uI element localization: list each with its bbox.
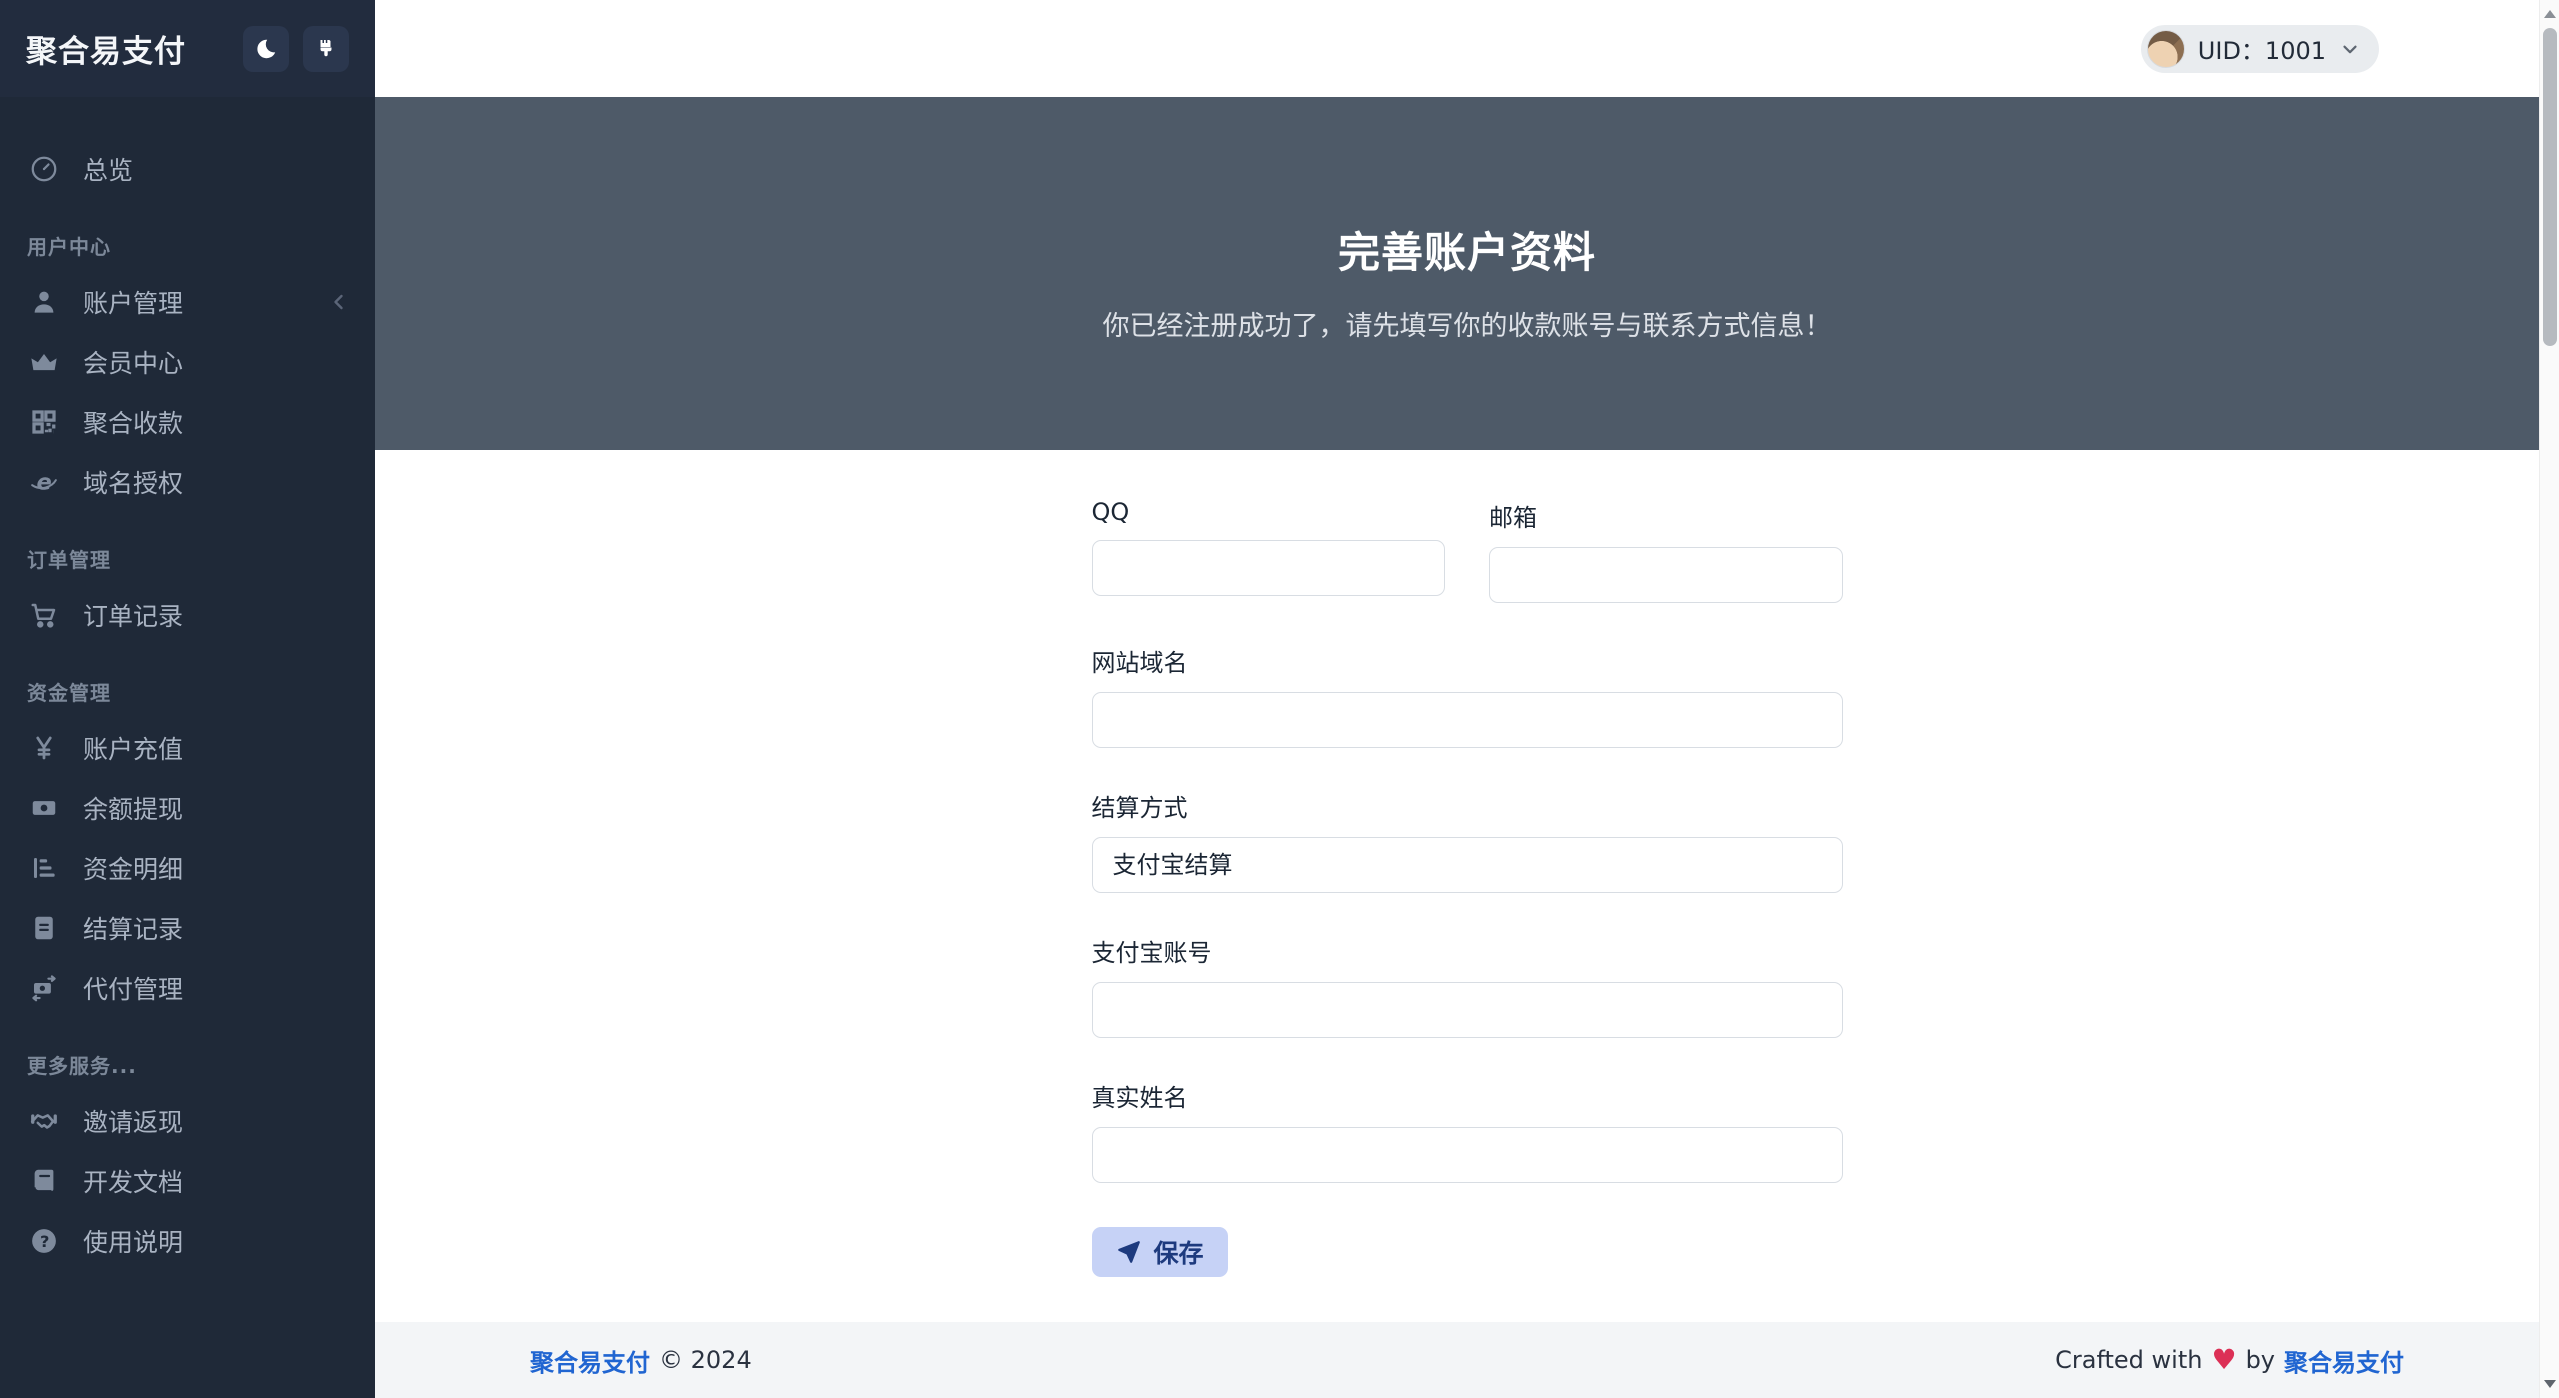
sidebar: 聚合易支付 总览	[0, 0, 375, 1398]
sidebar-item-label: 余额提现	[83, 790, 183, 826]
sidebar-item-order-records[interactable]: 订单记录	[0, 585, 375, 645]
sidebar-item-account-recharge[interactable]: 账户充值	[0, 718, 375, 778]
handshake-icon	[27, 1104, 61, 1138]
user-menu-button[interactable]: UID：1001	[2141, 25, 2379, 73]
sidebar-item-label: 会员中心	[83, 344, 183, 380]
chevron-left-icon	[327, 290, 351, 314]
sidebar-item-label: 总览	[83, 151, 133, 187]
uid-label: UID：1001	[2198, 31, 2326, 66]
main-area: UID：1001 完善账户资料 你已经注册成功了，请先填写你的收款账号与联系方式…	[375, 0, 2559, 1398]
email-label: 邮箱	[1489, 498, 1843, 533]
help-circle-icon: ?	[27, 1224, 61, 1258]
brand-logo[interactable]: 聚合易支付	[26, 26, 186, 71]
crown-icon	[27, 345, 61, 379]
footer-right: Crafted with ♥ by 聚合易支付	[2055, 1343, 2404, 1378]
sidebar-item-label: 账户管理	[83, 284, 183, 320]
book-icon	[27, 1164, 61, 1198]
real-name-label: 真实姓名	[1092, 1078, 1843, 1113]
paintbrush-icon	[314, 37, 338, 61]
footer-brand-link-right[interactable]: 聚合易支付	[2284, 1343, 2404, 1378]
sidebar-item-balance-withdrawal[interactable]: 余额提现	[0, 778, 375, 838]
heart-icon: ♥	[2211, 1346, 2236, 1374]
dark-mode-toggle-button[interactable]	[243, 26, 289, 72]
currency-yen-icon	[27, 731, 61, 765]
scrollbar-thumb[interactable]	[2543, 28, 2557, 346]
alipay-account-input[interactable]	[1092, 982, 1843, 1038]
alipay-account-label: 支付宝账号	[1092, 933, 1843, 968]
vertical-scrollbar[interactable]	[2539, 0, 2559, 1398]
hero-title: 完善账户资料	[1338, 219, 1596, 280]
domain-input[interactable]	[1092, 692, 1843, 748]
email-input[interactable]	[1489, 547, 1843, 603]
sidebar-item-settlement-records[interactable]: 结算记录	[0, 898, 375, 958]
sidebar-item-label: 域名授权	[83, 464, 183, 500]
sidebar-item-aggregated-collection[interactable]: 聚合收款	[0, 392, 375, 452]
topbar: UID：1001	[375, 0, 2559, 97]
domain-label: 网站域名	[1092, 643, 1843, 678]
footer-brand-link[interactable]: 聚合易支付	[530, 1343, 650, 1378]
sidebar-item-invite-cashback[interactable]: 邀请返现	[0, 1091, 375, 1151]
sidebar-item-overview[interactable]: 总览	[0, 139, 375, 199]
sidebar-item-funds-detail[interactable]: 资金明细	[0, 838, 375, 898]
real-name-input[interactable]	[1092, 1127, 1843, 1183]
footer-copyright: © 2024	[659, 1346, 752, 1374]
sidebar-item-label: 代付管理	[83, 970, 183, 1006]
qq-label: QQ	[1092, 498, 1446, 526]
chevron-down-icon	[2339, 38, 2361, 60]
hero-banner: 完善账户资料 你已经注册成功了，请先填写你的收款账号与联系方式信息！	[375, 97, 2559, 450]
sidebar-section-funds-management: 资金管理	[0, 677, 375, 706]
sidebar-item-label: 聚合收款	[83, 404, 183, 440]
sidebar-item-label: 订单记录	[83, 597, 183, 633]
user-icon	[27, 285, 61, 319]
sidebar-item-account-management[interactable]: 账户管理	[0, 272, 375, 332]
sidebar-section-user-center: 用户中心	[0, 231, 375, 260]
gauge-icon	[27, 152, 61, 186]
footer-left: 聚合易支付 © 2024	[530, 1343, 752, 1378]
sidebar-section-more-services: 更多服务...	[0, 1050, 375, 1079]
footer-crafted-text: Crafted with	[2055, 1346, 2202, 1374]
sidebar-item-label: 使用说明	[83, 1223, 183, 1259]
chart-bars-icon	[27, 851, 61, 885]
content-area: QQ 邮箱 网站域名 结算方式 支付宝结算	[375, 450, 2559, 1322]
scroll-up-arrow[interactable]	[2540, 2, 2559, 26]
settlement-method-select[interactable]: 支付宝结算	[1092, 837, 1843, 893]
qq-input[interactable]	[1092, 540, 1446, 596]
qrcode-icon	[27, 405, 61, 439]
footer-by-text: by	[2246, 1346, 2275, 1374]
sidebar-item-domain-authorization[interactable]: e 域名授权	[0, 452, 375, 512]
sidebar-item-label: 开发文档	[83, 1163, 183, 1199]
scroll-down-arrow[interactable]	[2540, 1372, 2559, 1396]
theme-style-button[interactable]	[303, 26, 349, 72]
browser-e-icon: e	[27, 465, 61, 499]
sidebar-brand-bar: 聚合易支付	[0, 0, 375, 97]
sidebar-item-label: 资金明细	[83, 850, 183, 886]
sidebar-item-label: 账户充值	[83, 730, 183, 766]
cash-transfer-icon	[27, 971, 61, 1005]
file-text-icon	[27, 911, 61, 945]
brand-buttons	[243, 26, 349, 72]
footer: 聚合易支付 © 2024 Crafted with ♥ by 聚合易支付	[375, 1322, 2559, 1398]
sidebar-nav: 总览 用户中心 账户管理 会员中心	[0, 97, 375, 1271]
svg-text:?: ?	[40, 1232, 49, 1251]
sidebar-item-payout-management[interactable]: 代付管理	[0, 958, 375, 1018]
app-root: 聚合易支付 总览	[0, 0, 2559, 1398]
sidebar-item-member-center[interactable]: 会员中心	[0, 332, 375, 392]
sidebar-section-order-management: 订单管理	[0, 544, 375, 573]
sidebar-item-usage-instructions[interactable]: ? 使用说明	[0, 1211, 375, 1271]
cart-icon	[27, 598, 61, 632]
cash-icon	[27, 791, 61, 825]
save-button-label: 保存	[1154, 1234, 1204, 1270]
user-avatar	[2147, 30, 2185, 68]
save-button[interactable]: 保存	[1092, 1227, 1228, 1277]
profile-form: QQ 邮箱 网站域名 结算方式 支付宝结算	[1092, 450, 1843, 1322]
hero-subtitle: 你已经注册成功了，请先填写你的收款账号与联系方式信息！	[1103, 304, 1832, 343]
sidebar-item-label: 邀请返现	[83, 1103, 183, 1139]
sidebar-item-label: 结算记录	[83, 910, 183, 946]
send-icon	[1116, 1239, 1142, 1265]
settlement-method-label: 结算方式	[1092, 788, 1843, 823]
svg-text:e: e	[37, 470, 52, 496]
sidebar-item-dev-docs[interactable]: 开发文档	[0, 1151, 375, 1211]
moon-icon	[254, 37, 278, 61]
